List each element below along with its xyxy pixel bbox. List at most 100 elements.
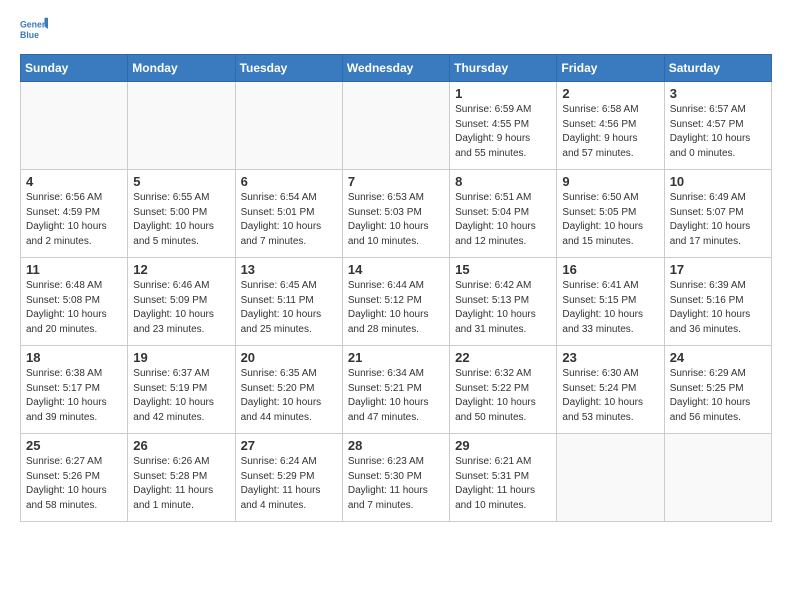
day-info: Sunrise: 6:30 AM Sunset: 5:24 PM Dayligh… [562,367,658,425]
day-number: 12 [133,262,229,277]
day-number: 21 [348,350,444,365]
weekday-header-sunday: Sunday [21,55,128,82]
day-info: Sunrise: 6:53 AM Sunset: 5:03 PM Dayligh… [348,191,444,249]
day-info: Sunrise: 6:29 AM Sunset: 5:25 PM Dayligh… [670,367,766,425]
weekday-header-tuesday: Tuesday [235,55,342,82]
calendar-cell [664,434,771,522]
calendar-cell [342,82,449,170]
week-row-5: 25 Sunrise: 6:27 AM Sunset: 5:26 PM Dayli… [21,434,772,522]
day-info: Sunrise: 6:59 AM Sunset: 4:55 PM Dayligh… [455,103,551,161]
calendar-cell [235,82,342,170]
day-info: Sunrise: 6:49 AM Sunset: 5:07 PM Dayligh… [670,191,766,249]
day-number: 5 [133,174,229,189]
calendar-cell: 6Sunrise: 6:54 AM Sunset: 5:01 PM Daylig… [235,170,342,258]
day-number: 8 [455,174,551,189]
svg-text:Blue: Blue [20,30,39,40]
week-row-2: 4 Sunrise: 6:56 AM Sunset: 4:59 PM Daylig… [21,170,772,258]
calendar-cell: 23 Sunrise: 6:30 AM Sunset: 5:24 PM Dayli… [557,346,664,434]
day-info: Sunrise: 6:39 AM Sunset: 5:16 PM Dayligh… [670,279,766,337]
weekday-header-thursday: Thursday [450,55,557,82]
calendar-cell: 9 Sunrise: 6:50 AM Sunset: 5:05 PM Daylig… [557,170,664,258]
day-number: 2 [562,86,658,101]
day-info: Sunrise: 6:37 AM Sunset: 5:19 PM Dayligh… [133,367,229,425]
day-info: Sunrise: 6:45 AM Sunset: 5:11 PM Dayligh… [241,279,337,337]
calendar-cell: 26 Sunrise: 6:26 AM Sunset: 5:28 PM Dayli… [128,434,235,522]
day-number: 19 [133,350,229,365]
day-info: Sunrise: 6:54 AM Sunset: 5:01 PM Dayligh… [241,191,337,249]
day-info: Sunrise: 6:21 AM Sunset: 5:31 PM Dayligh… [455,455,551,513]
day-number: 11 [26,262,122,277]
calendar-cell: 12 Sunrise: 6:46 AM Sunset: 5:09 PM Dayli… [128,258,235,346]
calendar-cell: 25 Sunrise: 6:27 AM Sunset: 5:26 PM Dayli… [21,434,128,522]
day-number: 7 [348,174,444,189]
calendar-cell: 18 Sunrise: 6:38 AM Sunset: 5:17 PM Dayli… [21,346,128,434]
day-number: 14 [348,262,444,277]
day-info: Sunrise: 6:46 AM Sunset: 5:09 PM Dayligh… [133,279,229,337]
calendar-cell: 19 Sunrise: 6:37 AM Sunset: 5:19 PM Dayli… [128,346,235,434]
day-info: Sunrise: 6:48 AM Sunset: 5:08 PM Dayligh… [26,279,122,337]
day-info: Sunrise: 6:32 AM Sunset: 5:22 PM Dayligh… [455,367,551,425]
day-number: 1 [455,86,551,101]
day-number: 28 [348,438,444,453]
day-number: 3 [670,86,766,101]
day-number: 4 [26,174,122,189]
calendar-cell: 10 Sunrise: 6:49 AM Sunset: 5:07 PM Dayli… [664,170,771,258]
weekday-header-friday: Friday [557,55,664,82]
day-number: 10 [670,174,766,189]
calendar-cell: 22 Sunrise: 6:32 AM Sunset: 5:22 PM Dayli… [450,346,557,434]
day-number: 25 [26,438,122,453]
day-info: Sunrise: 6:42 AM Sunset: 5:13 PM Dayligh… [455,279,551,337]
day-number: 24 [670,350,766,365]
day-info: Sunrise: 6:24 AM Sunset: 5:29 PM Dayligh… [241,455,337,513]
day-info: Sunrise: 6:27 AM Sunset: 5:26 PM Dayligh… [26,455,122,513]
weekday-header-wednesday: Wednesday [342,55,449,82]
logo-icon: General Blue [20,16,48,44]
day-info: Sunrise: 6:56 AM Sunset: 4:59 PM Dayligh… [26,191,122,249]
week-row-1: 1 Sunrise: 6:59 AM Sunset: 4:55 PM Daylig… [21,82,772,170]
day-number: 18 [26,350,122,365]
calendar-cell: 7 Sunrise: 6:53 AM Sunset: 5:03 PM Daylig… [342,170,449,258]
week-row-4: 18 Sunrise: 6:38 AM Sunset: 5:17 PM Dayli… [21,346,772,434]
calendar-cell: 3 Sunrise: 6:57 AM Sunset: 4:57 PM Daylig… [664,82,771,170]
calendar-cell [21,82,128,170]
day-info: Sunrise: 6:50 AM Sunset: 5:05 PM Dayligh… [562,191,658,249]
calendar-cell: 13 Sunrise: 6:45 AM Sunset: 5:11 PM Dayli… [235,258,342,346]
calendar-cell: 2 Sunrise: 6:58 AM Sunset: 4:56 PM Daylig… [557,82,664,170]
day-number: 23 [562,350,658,365]
weekday-header-row: SundayMondayTuesdayWednesdayThursdayFrid… [21,55,772,82]
calendar-cell: 29 Sunrise: 6:21 AM Sunset: 5:31 PM Dayli… [450,434,557,522]
day-info: Sunrise: 6:26 AM Sunset: 5:28 PM Dayligh… [133,455,229,513]
calendar-table: SundayMondayTuesdayWednesdayThursdayFrid… [20,54,772,522]
day-info: Sunrise: 6:44 AM Sunset: 5:12 PM Dayligh… [348,279,444,337]
day-info: Sunrise: 6:34 AM Sunset: 5:21 PM Dayligh… [348,367,444,425]
day-number: 13 [241,262,337,277]
day-info: Sunrise: 6:55 AM Sunset: 5:00 PM Dayligh… [133,191,229,249]
day-info: Sunrise: 6:23 AM Sunset: 5:30 PM Dayligh… [348,455,444,513]
page-header: General Blue [20,16,772,44]
calendar-cell [128,82,235,170]
calendar-cell: 24 Sunrise: 6:29 AM Sunset: 5:25 PM Dayli… [664,346,771,434]
calendar-cell: 17Sunrise: 6:39 AM Sunset: 5:16 PM Dayli… [664,258,771,346]
day-number: 29 [455,438,551,453]
day-number: 22 [455,350,551,365]
day-info: Sunrise: 6:57 AM Sunset: 4:57 PM Dayligh… [670,103,766,161]
day-info: Sunrise: 6:38 AM Sunset: 5:17 PM Dayligh… [26,367,122,425]
day-number: 26 [133,438,229,453]
calendar-cell: 27 Sunrise: 6:24 AM Sunset: 5:29 PM Dayli… [235,434,342,522]
day-info: Sunrise: 6:51 AM Sunset: 5:04 PM Dayligh… [455,191,551,249]
calendar-cell: 16Sunrise: 6:41 AM Sunset: 5:15 PM Dayli… [557,258,664,346]
day-info: Sunrise: 6:58 AM Sunset: 4:56 PM Dayligh… [562,103,658,161]
calendar-cell: 4 Sunrise: 6:56 AM Sunset: 4:59 PM Daylig… [21,170,128,258]
calendar-cell: 11 Sunrise: 6:48 AM Sunset: 5:08 PM Dayli… [21,258,128,346]
calendar-cell: 5 Sunrise: 6:55 AM Sunset: 5:00 PM Daylig… [128,170,235,258]
day-number: 15 [455,262,551,277]
calendar-cell [557,434,664,522]
calendar-cell: 15 Sunrise: 6:42 AM Sunset: 5:13 PM Dayli… [450,258,557,346]
calendar-cell: 21 Sunrise: 6:34 AM Sunset: 5:21 PM Dayli… [342,346,449,434]
calendar-cell: 28 Sunrise: 6:23 AM Sunset: 5:30 PM Dayli… [342,434,449,522]
day-info: Sunrise: 6:35 AM Sunset: 5:20 PM Dayligh… [241,367,337,425]
day-number: 27 [241,438,337,453]
day-info: Sunrise: 6:41 AM Sunset: 5:15 PM Dayligh… [562,279,658,337]
day-number: 9 [562,174,658,189]
calendar-cell: 14 Sunrise: 6:44 AM Sunset: 5:12 PM Dayli… [342,258,449,346]
